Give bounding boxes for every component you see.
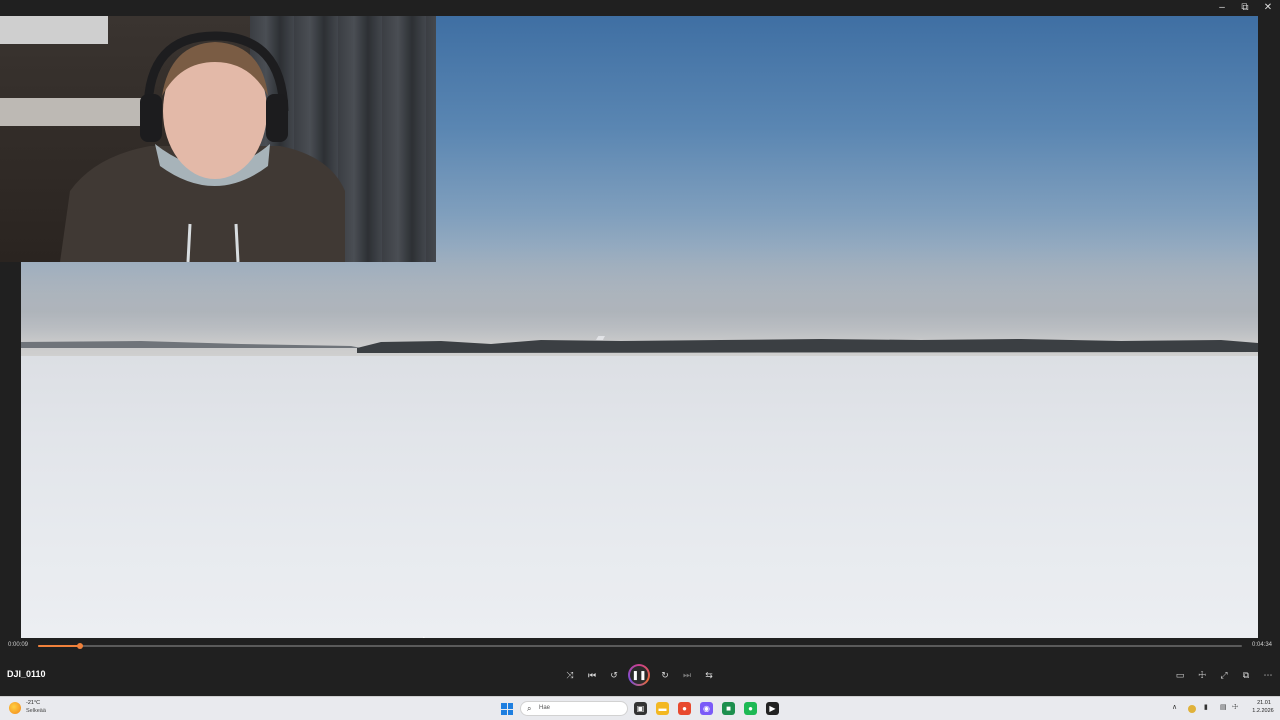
tray-app-icon[interactable] bbox=[1188, 705, 1196, 713]
search-icon: ⌕ bbox=[527, 704, 532, 713]
pause-button[interactable]: ❚❚ bbox=[628, 664, 650, 686]
rewind-icon[interactable]: ↺ bbox=[606, 668, 622, 682]
pause-icon: ❚❚ bbox=[630, 666, 648, 684]
file-explorer-icon[interactable]: ▬ bbox=[656, 702, 669, 715]
previous-icon[interactable]: ⏮ bbox=[584, 668, 600, 682]
restore-button[interactable]: ⧉ bbox=[1234, 0, 1256, 16]
network-icon[interactable]: ▤ bbox=[1220, 703, 1227, 711]
current-time: 0:00:09 bbox=[8, 642, 29, 648]
start-button[interactable] bbox=[501, 703, 513, 715]
terminal-icon[interactable]: ■ bbox=[722, 702, 735, 715]
shuffle-icon[interactable]: ⤨ bbox=[562, 668, 578, 682]
next-icon[interactable]: ⏭ bbox=[679, 668, 695, 682]
volume-icon[interactable]: ☩ bbox=[1194, 668, 1210, 682]
seek-bar-thumb[interactable] bbox=[77, 643, 84, 649]
spotify-icon[interactable]: ● bbox=[744, 702, 757, 715]
pip-icon[interactable]: ⧉ bbox=[1238, 668, 1254, 682]
clock-time: 21.01 bbox=[1257, 700, 1271, 706]
task-view-icon[interactable]: ▣ bbox=[634, 702, 647, 715]
total-time: 0:04:34 bbox=[1252, 642, 1273, 648]
window-title-bar: – ⧉ ✕ bbox=[0, 0, 1280, 16]
messenger-icon[interactable]: ◉ bbox=[700, 702, 713, 715]
media-player-icon[interactable]: ▶ bbox=[766, 702, 779, 715]
webcam-person bbox=[60, 31, 345, 262]
repeat-icon[interactable]: ⇆ bbox=[701, 668, 717, 682]
seek-bar[interactable] bbox=[38, 643, 1242, 649]
media-title: DJI_0110 bbox=[7, 669, 46, 679]
search-placeholder: Hae bbox=[539, 705, 551, 711]
frozen-lake-snow bbox=[21, 356, 1258, 638]
weather-desc: Selkeää bbox=[26, 708, 46, 714]
minimize-button[interactable]: – bbox=[1211, 0, 1233, 16]
firefox-icon[interactable]: ● bbox=[678, 702, 691, 715]
seek-bar-played bbox=[38, 645, 81, 647]
taskbar-search[interactable]: ⌕ Hae bbox=[520, 701, 628, 716]
fullscreen-icon[interactable]: ⤢ bbox=[1216, 668, 1232, 682]
player-controls: 0:00:09 0:04:34 DJI_0110 ⤨ ⏮ ↺ ❚❚ ↻ ⏭ ⇆ … bbox=[0, 638, 1280, 696]
tray-mic-icon[interactable]: ▮ bbox=[1204, 703, 1208, 711]
taskbar: -21°C Selkeää ⌕ Hae ▣ ▬ ● ◉ ■ ● ▶ ∧ ▮ ▤ ☩ 21.0… bbox=[0, 696, 1280, 720]
tray-chevron-icon[interactable]: ∧ bbox=[1172, 703, 1177, 711]
tray-volume-icon[interactable]: ☩ bbox=[1232, 703, 1238, 711]
weather-sun-icon bbox=[9, 702, 21, 714]
video-stage[interactable] bbox=[0, 16, 1280, 638]
forward-icon[interactable]: ↻ bbox=[657, 668, 673, 682]
close-button[interactable]: ✕ bbox=[1257, 0, 1279, 16]
more-icon[interactable]: ⋯ bbox=[1260, 668, 1276, 682]
webcam-overlay bbox=[0, 16, 436, 262]
windows-logo-icon bbox=[501, 703, 507, 709]
clock-date: 1.2.2026 bbox=[1252, 708, 1274, 714]
weather-temp: -21°C bbox=[26, 700, 41, 706]
miniplayer-icon[interactable]: ▭ bbox=[1172, 668, 1188, 682]
